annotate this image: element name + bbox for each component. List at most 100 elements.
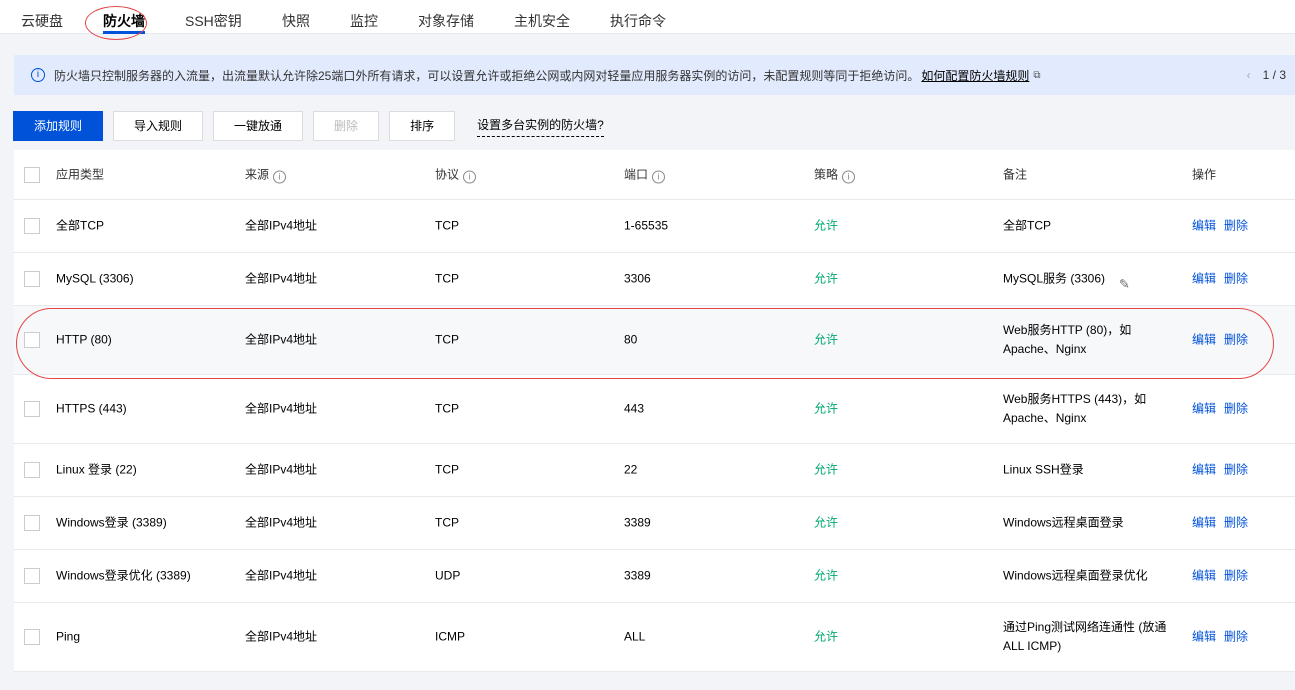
delete-row-button[interactable]: 删除 bbox=[1224, 333, 1248, 347]
annotation-circle bbox=[85, 6, 147, 40]
row-checkbox[interactable] bbox=[24, 332, 40, 348]
cell-policy: 允许 bbox=[814, 515, 839, 530]
tab-6[interactable]: 主机安全 bbox=[514, 11, 570, 31]
table-footer bbox=[0, 673, 1295, 690]
column-header: 来源 i bbox=[245, 165, 287, 184]
cell-type: MySQL (3306) bbox=[56, 271, 134, 286]
edit-note-icon[interactable]: ✎ bbox=[1119, 275, 1130, 294]
select-all-checkbox[interactable] bbox=[24, 166, 40, 183]
tab-0[interactable]: 云硬盘 bbox=[21, 11, 63, 31]
tab-4[interactable]: 监控 bbox=[350, 11, 378, 31]
row-checkbox[interactable] bbox=[24, 568, 40, 584]
cell-source: 全部IPv4地址 bbox=[245, 462, 318, 477]
column-header: 操作 bbox=[1192, 165, 1216, 184]
cell-protocol: TCP bbox=[435, 401, 459, 416]
delete-row-button[interactable]: 删除 bbox=[1224, 630, 1248, 644]
cell-source: 全部IPv4地址 bbox=[245, 568, 318, 583]
delete-row-button[interactable]: 删除 bbox=[1224, 272, 1248, 286]
import-rule-button[interactable]: 导入规则 bbox=[113, 111, 204, 141]
delete-button[interactable]: 删除 bbox=[313, 111, 380, 141]
column-header: 协议 i bbox=[435, 165, 477, 184]
row-checkbox[interactable] bbox=[24, 629, 40, 645]
help-link[interactable]: 如何配置防火墙规则 bbox=[921, 67, 1029, 84]
table-row: HTTPS (443) 全部IPv4地址 TCP 443 允许 Web服务HTTPS (4… bbox=[14, 375, 1295, 444]
cell-type: HTTP (80) bbox=[56, 332, 112, 347]
help-icon[interactable]: i bbox=[273, 170, 287, 183]
cell-note: 通过Ping测试网络连通性 (放通 ALL ICMP) bbox=[1003, 620, 1167, 653]
column-label: 应用类型 bbox=[56, 167, 105, 181]
edit-button[interactable]: 编辑 bbox=[1192, 219, 1216, 233]
delete-row-button[interactable]: 删除 bbox=[1224, 402, 1248, 416]
table-row: HTTP (80) 全部IPv4地址 TCP 80 允许 Web服务HTTP (80)，如… bbox=[14, 306, 1295, 375]
cell-note: MySQL服务 (3306) bbox=[1003, 271, 1106, 286]
edit-button[interactable]: 编辑 bbox=[1192, 402, 1216, 416]
cell-note: Windows远程桌面登录优化 bbox=[1003, 568, 1148, 583]
edit-button[interactable]: 编辑 bbox=[1192, 463, 1216, 477]
prev-icon[interactable]: ‹ bbox=[1247, 68, 1251, 82]
cell-port: 3389 bbox=[624, 568, 651, 583]
column-label: 操作 bbox=[1192, 167, 1217, 181]
help-icon[interactable]: i bbox=[652, 170, 666, 183]
row-checkbox[interactable] bbox=[24, 271, 40, 287]
tab-3[interactable]: 快照 bbox=[282, 11, 310, 31]
cell-policy: 允许 bbox=[814, 401, 839, 416]
cell-policy: 允许 bbox=[814, 332, 839, 347]
cell-protocol: TCP bbox=[435, 271, 459, 286]
tab-7[interactable]: 执行命令 bbox=[610, 11, 666, 31]
delete-row-button[interactable]: 删除 bbox=[1224, 219, 1248, 233]
edit-button[interactable]: 编辑 bbox=[1192, 333, 1216, 347]
multi-instance-help-link[interactable]: 设置多台实例的防火墙? bbox=[477, 116, 604, 137]
cell-note: Web服务HTTPS (443)，如 Apache、Nginx bbox=[1003, 392, 1147, 425]
table-row: Windows登录优化 (3389) 全部IPv4地址 UDP 3389 允许 Windo… bbox=[14, 550, 1295, 603]
column-header: 策略 i bbox=[814, 165, 856, 184]
cell-source: 全部IPv4地址 bbox=[245, 271, 318, 286]
info-icon: i bbox=[31, 68, 45, 82]
open-all-button[interactable]: 一键放通 bbox=[213, 111, 304, 141]
row-checkbox[interactable] bbox=[24, 515, 40, 531]
cell-port: 1-65535 bbox=[624, 218, 669, 233]
add-rule-button[interactable]: 添加规则 bbox=[13, 111, 104, 141]
cell-protocol: TCP bbox=[435, 515, 459, 530]
cell-source: 全部IPv4地址 bbox=[245, 629, 318, 644]
info-notice: i 防火墙只控制服务器的入流量，出流量默认允许除25端口外所有请求，可以设置允许… bbox=[14, 55, 1295, 95]
row-checkbox[interactable] bbox=[24, 218, 40, 234]
tab-2[interactable]: SSH密钥 bbox=[185, 11, 242, 31]
cell-policy: 允许 bbox=[814, 629, 839, 644]
column-label: 来源 bbox=[245, 167, 270, 181]
cell-port: 3389 bbox=[624, 515, 651, 530]
column-label: 端口 bbox=[624, 167, 649, 181]
column-label: 协议 bbox=[435, 167, 460, 181]
tab-bar: 云硬盘 防火墙 SSH密钥 快照 监控 对象存储 主机安全 执行命令 bbox=[0, 0, 1295, 34]
delete-row-button[interactable]: 删除 bbox=[1224, 516, 1248, 530]
edit-button[interactable]: 编辑 bbox=[1192, 516, 1216, 530]
cell-protocol: TCP bbox=[435, 218, 459, 233]
cell-note: Linux SSH登录 bbox=[1003, 462, 1084, 477]
column-header: 端口 i bbox=[624, 165, 666, 184]
column-header: 备注 bbox=[1003, 165, 1027, 184]
cell-policy: 允许 bbox=[814, 568, 839, 583]
table-row: Windows登录 (3389) 全部IPv4地址 TCP 3389 允许 Windows… bbox=[14, 497, 1295, 550]
edit-button[interactable]: 编辑 bbox=[1192, 630, 1216, 644]
sort-button[interactable]: 排序 bbox=[389, 111, 456, 141]
table-row: Linux 登录 (22) 全部IPv4地址 TCP 22 允许 Linux SSH登录 编… bbox=[14, 444, 1295, 497]
row-checkbox[interactable] bbox=[24, 462, 40, 478]
cell-note: Windows远程桌面登录 bbox=[1003, 515, 1124, 530]
cell-type: Ping bbox=[56, 629, 81, 644]
cell-source: 全部IPv4地址 bbox=[245, 401, 318, 416]
edit-button[interactable]: 编辑 bbox=[1192, 272, 1216, 286]
tab-5[interactable]: 对象存储 bbox=[418, 11, 474, 31]
delete-row-button[interactable]: 删除 bbox=[1224, 463, 1248, 477]
cell-port: 80 bbox=[624, 332, 638, 347]
notice-text: 防火墙只控制服务器的入流量，出流量默认允许除25端口外所有请求，可以设置允许或拒… bbox=[54, 68, 920, 83]
column-label: 备注 bbox=[1003, 167, 1028, 181]
external-link-icon: ⧉ bbox=[1033, 69, 1041, 81]
cell-type: 全部TCP bbox=[56, 218, 105, 233]
row-checkbox[interactable] bbox=[24, 401, 40, 417]
help-icon[interactable]: i bbox=[463, 170, 477, 183]
edit-button[interactable]: 编辑 bbox=[1192, 569, 1216, 583]
help-icon[interactable]: i bbox=[842, 170, 856, 183]
cell-type: HTTPS (443) bbox=[56, 401, 127, 416]
cell-port: 22 bbox=[624, 462, 638, 477]
delete-row-button[interactable]: 删除 bbox=[1224, 569, 1248, 583]
toolbar: 添加规则 导入规则 一键放通 删除 排序 设置多台实例的防火墙? bbox=[13, 111, 604, 141]
